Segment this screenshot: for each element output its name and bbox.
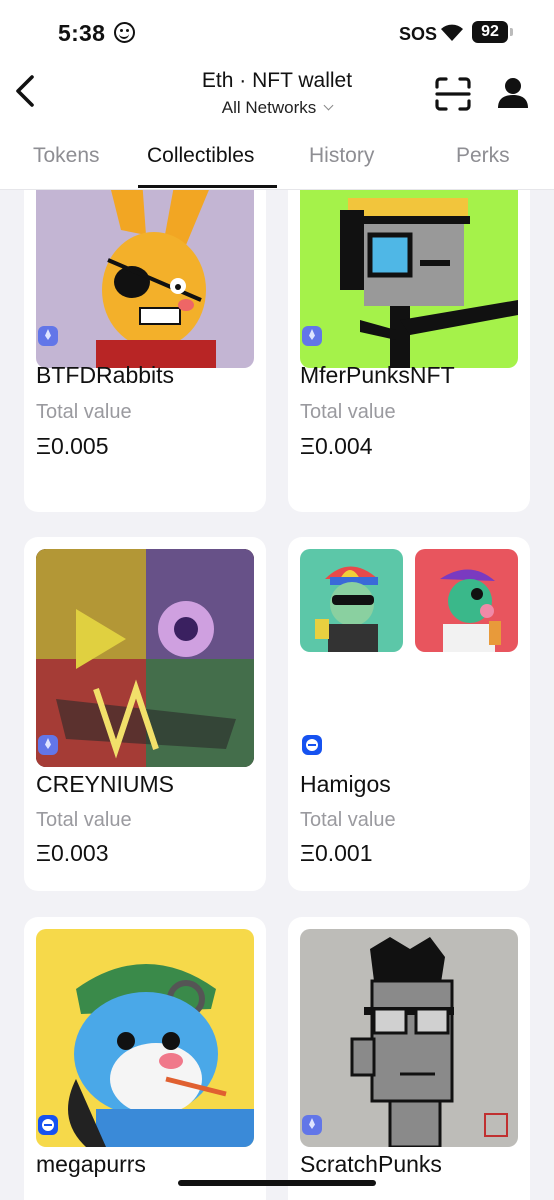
collectible-card[interactable]: ScratchPunks (288, 917, 530, 1200)
nft-image (36, 549, 254, 767)
ethereum-chain-icon (38, 326, 58, 346)
collection-name: BTFDRabbits (36, 362, 175, 388)
total-value-label: Total value (36, 401, 132, 423)
total-value-label: Total value (300, 809, 396, 831)
collection-name: MferPunksNFT (300, 362, 455, 388)
battery-icon (510, 28, 513, 36)
tab-collectibles[interactable]: Collectibles (147, 144, 254, 168)
nft-image (300, 549, 403, 652)
total-value: Ξ0.003 (36, 840, 109, 866)
collection-name: Hamigos (300, 771, 391, 797)
ethereum-chain-icon (38, 735, 58, 755)
scan-icon[interactable] (434, 76, 472, 112)
smiley-icon (114, 22, 135, 43)
ethereum-chain-icon (302, 326, 322, 346)
active-tab-indicator (138, 185, 277, 188)
collection-name: CREYNIUMS (36, 771, 175, 797)
nft-image (300, 929, 518, 1147)
ethereum-chain-icon (302, 1115, 322, 1135)
nft-image (36, 929, 254, 1147)
collection-name: megapurrs (36, 1151, 146, 1177)
status-time: 5:38 (58, 20, 106, 46)
tab-bar: Tokens Collectibles History Perks (0, 140, 554, 190)
collectible-card[interactable]: MferPunksNFT Total value Ξ0.004 (288, 190, 530, 512)
status-sos: SOS (399, 24, 438, 44)
total-value: Ξ0.004 (300, 433, 373, 459)
user-icon[interactable] (496, 76, 530, 110)
total-value: Ξ0.005 (36, 433, 109, 459)
chevron-down-icon (323, 100, 334, 111)
base-chain-icon (38, 1115, 58, 1135)
total-value-label: Total value (36, 809, 132, 831)
collection-name: ScratchPunks (300, 1151, 442, 1177)
tab-perks[interactable]: Perks (456, 144, 510, 168)
tab-history[interactable]: History (309, 144, 374, 168)
nft-image (36, 190, 254, 368)
nft-image (415, 549, 518, 652)
total-value-label: Total value (300, 401, 396, 423)
tab-tokens[interactable]: Tokens (33, 144, 100, 168)
top-bar: 5:38 SOS 92 Eth · NFT wallet All Network… (0, 0, 554, 190)
home-indicator[interactable] (178, 1180, 376, 1186)
total-value: Ξ0.001 (300, 840, 373, 866)
nft-image (300, 190, 518, 368)
collectible-card[interactable]: BTFDRabbits Total value Ξ0.005 (24, 190, 266, 512)
collectible-card[interactable]: CREYNIUMS Total value Ξ0.003 (24, 537, 266, 891)
network-label: All Networks (221, 98, 317, 117)
collectible-card[interactable]: Hamigos Total value Ξ0.001 (288, 537, 530, 891)
collectible-card[interactable]: megapurrs (24, 917, 266, 1200)
base-chain-icon (302, 735, 322, 755)
status-bar: 5:38 SOS 92 (0, 0, 554, 62)
wifi-icon (441, 24, 463, 41)
battery-level: 92 (472, 21, 508, 43)
collectibles-grid: BTFDRabbits Total value Ξ0.005 MferPunks… (0, 190, 554, 1200)
